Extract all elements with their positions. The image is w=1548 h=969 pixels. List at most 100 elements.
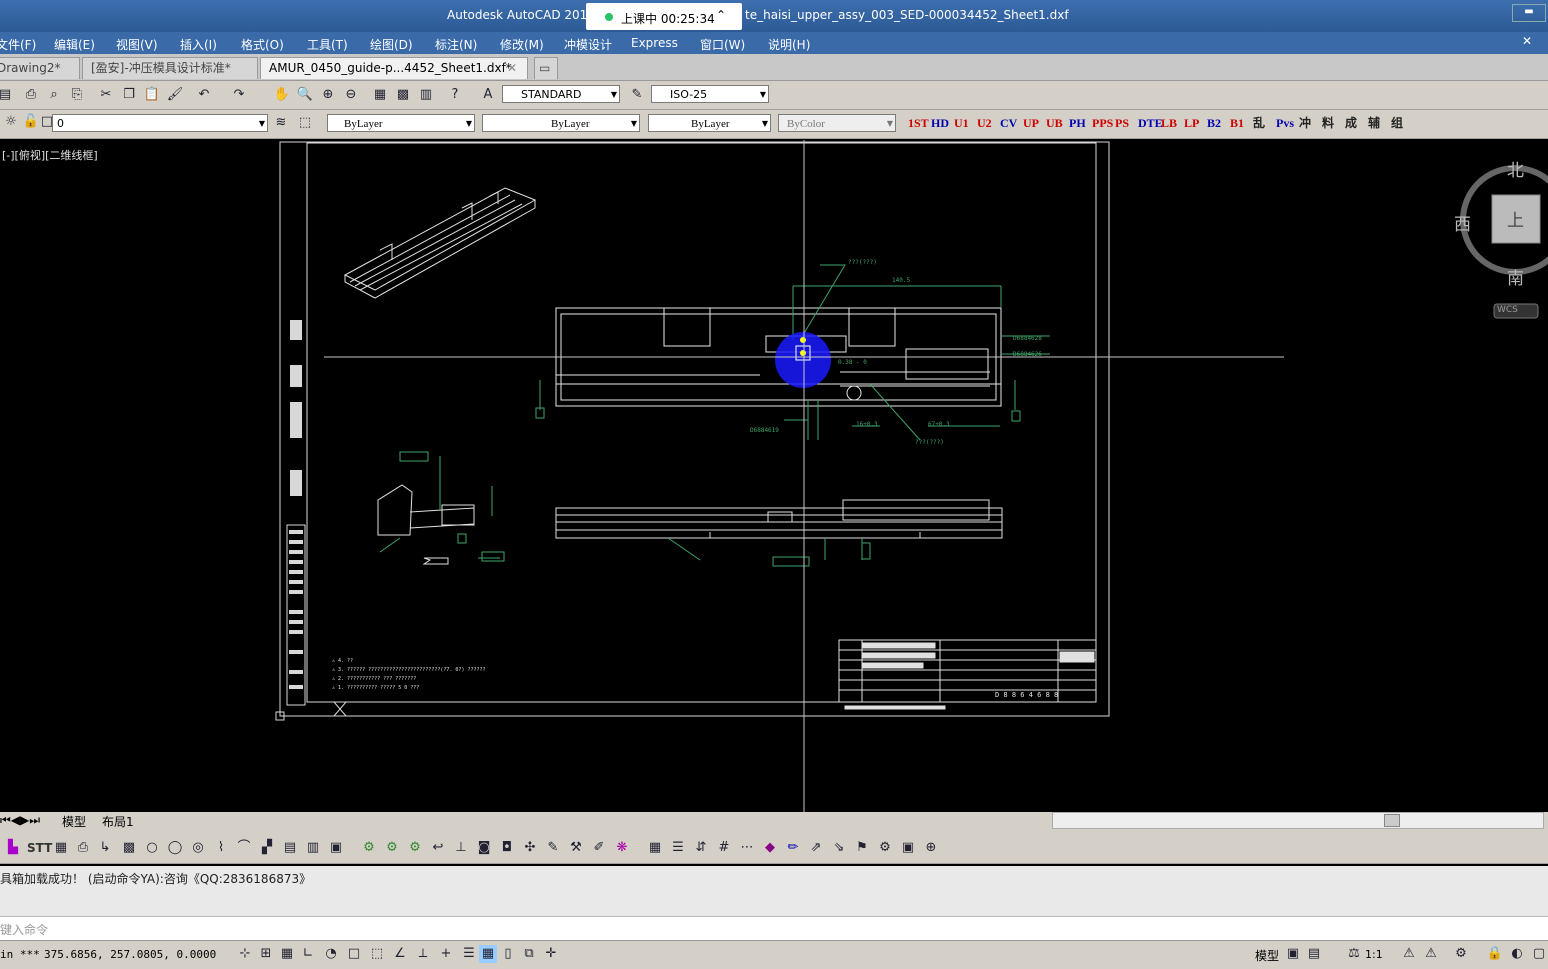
selection-cycling-icon[interactable]: ⧉ xyxy=(520,945,538,963)
menu-draw[interactable]: 绘图(D) xyxy=(370,36,413,53)
menu-express[interactable]: Express xyxy=(631,36,678,50)
print-preview-icon[interactable]: ⌕ xyxy=(45,86,63,104)
gear-icon[interactable]: ⚙ xyxy=(1452,945,1470,963)
circle-icon[interactable]: ○ xyxy=(143,839,161,857)
quick-props-icon[interactable]: ▯ xyxy=(499,945,517,963)
die-tool-button[interactable]: UB xyxy=(1046,115,1063,132)
zoom-realtime-icon[interactable]: 🔍 xyxy=(296,86,314,104)
ducs-icon[interactable]: ⟂ xyxy=(414,945,432,963)
donut-icon[interactable]: ◎ xyxy=(189,839,207,857)
menu-format[interactable]: 格式(O) xyxy=(241,36,284,53)
close-tab-icon[interactable]: ✕ xyxy=(507,58,517,79)
plotstyle-select[interactable]: ByColor ▼ xyxy=(778,114,896,132)
paste-icon[interactable]: 📋 xyxy=(143,86,161,104)
table-icon[interactable]: ▦ xyxy=(52,839,70,857)
viewport-label[interactable]: [-][俯视][二维线框] xyxy=(2,147,98,163)
gear-icon[interactable]: ⚙ xyxy=(360,839,378,857)
wrench-icon[interactable]: ⚒ xyxy=(567,839,585,857)
save-icon[interactable]: ▤ xyxy=(0,86,14,104)
list-icon[interactable]: ☰ xyxy=(669,839,687,857)
menu-view[interactable]: 视图(V) xyxy=(116,36,158,53)
die-tool-button[interactable]: U1 xyxy=(954,115,969,132)
spring-icon[interactable]: ⌇ xyxy=(212,839,230,857)
menu-insert[interactable]: 插入(I) xyxy=(180,36,217,53)
horizontal-scrollbar[interactable] xyxy=(1052,812,1544,829)
publish-icon[interactable]: ⎘ xyxy=(68,86,86,104)
chart-icon[interactable]: ▤ xyxy=(281,839,299,857)
die-tool-button[interactable]: 辅 xyxy=(1368,115,1380,132)
snap-icon[interactable]: ⊞ xyxy=(257,945,275,963)
zoom-window-icon[interactable]: ⊕ xyxy=(319,86,337,104)
tab-die-standard[interactable]: [盈安]-冲压模具设计标准* xyxy=(82,57,258,79)
chart-icon[interactable]: ▥ xyxy=(304,839,322,857)
cut-icon[interactable]: ✂ xyxy=(97,86,115,104)
menu-tools[interactable]: 工具(T) xyxy=(307,36,348,53)
help-icon[interactable]: ? xyxy=(446,86,464,104)
grid-icon[interactable]: ▦ xyxy=(278,945,296,963)
image-icon[interactable]: ▣ xyxy=(327,839,345,857)
add-icon[interactable]: ⊕ xyxy=(922,839,940,857)
polar-icon[interactable]: ◔ xyxy=(322,945,340,963)
knot-icon[interactable]: ✣ xyxy=(521,839,539,857)
properties-icon[interactable]: ▦ xyxy=(371,86,389,104)
die-tool-button[interactable]: CV xyxy=(1000,115,1017,132)
arc-icon[interactable]: ⌒ xyxy=(235,839,253,857)
annotation-scale-icon[interactable]: ⚖ xyxy=(1345,945,1363,963)
linetype-select[interactable]: ByLayer ▼ xyxy=(482,114,640,132)
layout-nav-icon[interactable]: ⏮◀▶⏭ xyxy=(0,813,40,828)
number-icon[interactable]: # xyxy=(715,839,733,857)
pencil-icon[interactable]: ✏ xyxy=(784,839,802,857)
quick-view-icon[interactable]: ▤ xyxy=(1305,945,1323,963)
die-tool-button[interactable]: DTE xyxy=(1138,115,1163,132)
hook-icon[interactable]: ↩ xyxy=(429,839,447,857)
tab-model[interactable]: 模型 xyxy=(62,813,86,830)
new-tab-button[interactable]: ▭ xyxy=(534,57,558,79)
grid-icon[interactable]: ▩ xyxy=(120,839,138,857)
gear-icon[interactable]: ⚙ xyxy=(406,839,424,857)
viewcube-top-face[interactable]: 上 xyxy=(1507,206,1524,231)
die-tool-button[interactable]: HD xyxy=(931,115,949,132)
wcs-menu[interactable]: WCS xyxy=(1497,305,1518,315)
undo-icon[interactable]: ↶ xyxy=(195,86,213,104)
color-select[interactable]: ByLayer ▼ xyxy=(327,114,475,132)
osnap-icon[interactable]: □ xyxy=(345,945,363,963)
circle-icon[interactable]: ◯ xyxy=(166,839,184,857)
die-tool-button[interactable]: 1ST xyxy=(908,115,929,132)
annotation-monitor-icon[interactable]: ✛ xyxy=(542,945,560,963)
die-tool-button[interactable]: Pvs xyxy=(1276,115,1294,132)
auto-scale-icon[interactable]: ⚠ xyxy=(1422,945,1440,963)
menu-dimension[interactable]: 标注(N) xyxy=(435,36,477,53)
die-tool-button[interactable]: 乱 xyxy=(1253,115,1265,132)
close-icon[interactable]: ✕ xyxy=(1522,34,1532,48)
die-tool-button[interactable]: 成 xyxy=(1345,115,1357,132)
match-properties-icon[interactable]: 🖌 xyxy=(166,86,184,104)
design-center-icon[interactable]: ▩ xyxy=(394,86,412,104)
die-tool-button[interactable]: PS xyxy=(1115,115,1129,132)
dropper-icon[interactable]: ✎ xyxy=(544,839,562,857)
viewcube-south[interactable]: 南 xyxy=(1507,264,1524,289)
drawing-canvas[interactable]: ???(???) 140.5 D6884628 D6884626 0.38 - … xyxy=(0,140,1548,812)
eraser-icon[interactable]: ◆ xyxy=(761,839,779,857)
layer-previous-icon[interactable]: ⬚ xyxy=(296,114,314,132)
annotation-scale[interactable]: 1:1 xyxy=(1365,948,1383,961)
class-status-pill[interactable]: 上课中 00:25:34 ⌃ xyxy=(586,3,742,30)
die-tool-button[interactable]: 冲 xyxy=(1299,115,1311,132)
import-icon[interactable]: ⇘ xyxy=(830,839,848,857)
transparency-icon[interactable]: ▦ xyxy=(479,945,497,963)
gear-icon[interactable]: ⚙ xyxy=(383,839,401,857)
blocks-icon[interactable]: ▞ xyxy=(258,839,276,857)
tab-amur-guide[interactable]: AMUR_0450_guide-p...4452_Sheet1.dxf* ✕ xyxy=(260,57,528,79)
die-tool-button[interactable]: 料 xyxy=(1322,115,1334,132)
export-icon[interactable]: ⇗ xyxy=(807,839,825,857)
tools-icon[interactable]: ⚙ xyxy=(876,839,894,857)
tool-icon[interactable]: ▙ xyxy=(4,839,22,857)
hardware-acceleration-icon[interactable]: ◐ xyxy=(1508,945,1526,963)
nodes-icon[interactable]: ⋯ xyxy=(738,839,756,857)
otrack-icon[interactable]: ∠ xyxy=(391,945,409,963)
layer-select[interactable]: 0 ▼ xyxy=(52,114,268,132)
menu-file[interactable]: 文件(F) xyxy=(0,36,36,53)
3d-osnap-icon[interactable]: ⬚ xyxy=(368,945,386,963)
command-line[interactable]: 键入命令 xyxy=(0,916,1548,941)
print-icon[interactable]: ⎙ xyxy=(74,839,92,857)
flag-icon[interactable]: ⚑ xyxy=(853,839,871,857)
